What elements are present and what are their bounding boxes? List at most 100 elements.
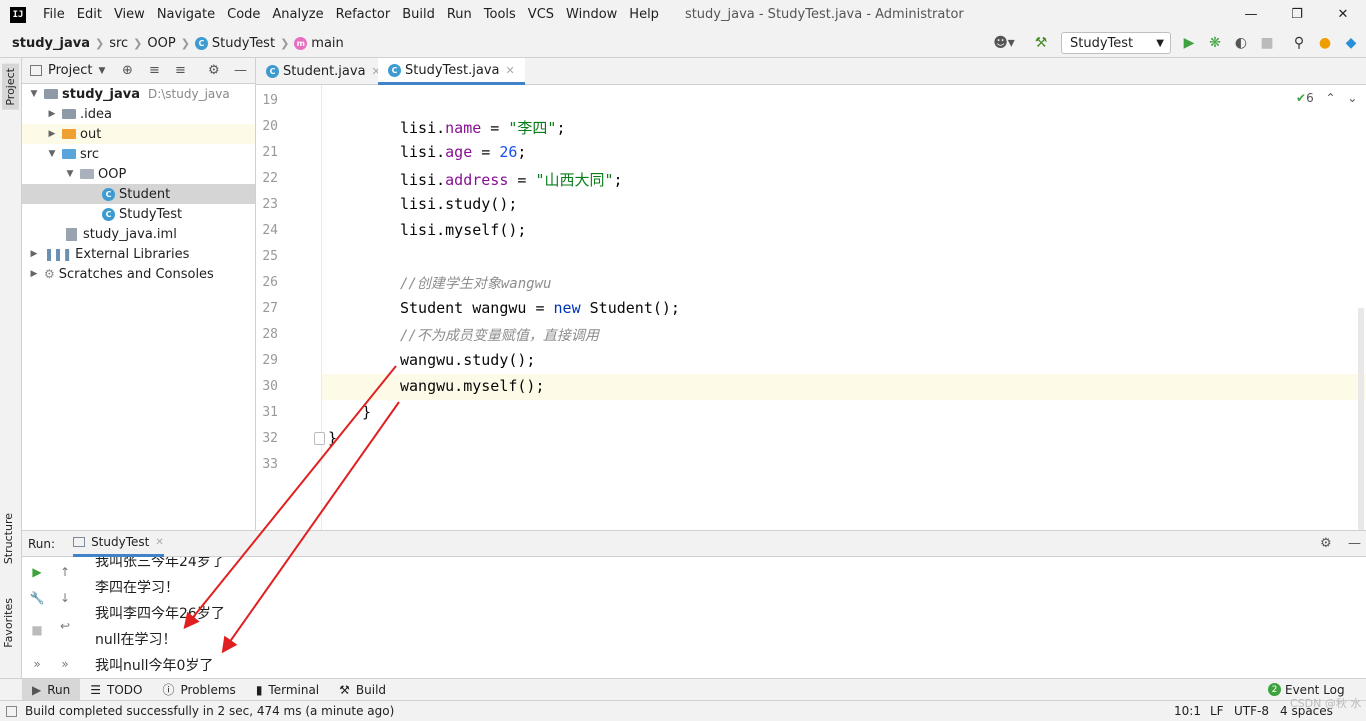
code-line-29[interactable]: wangwu.study();	[400, 351, 535, 369]
breadcrumb-method[interactable]: m main	[290, 36, 347, 51]
wrench-icon[interactable]: 🔧	[28, 589, 46, 607]
chevron-right-icon: ▶	[48, 129, 56, 139]
menu-refactor[interactable]: Refactor	[330, 0, 397, 29]
line-number: 21	[262, 145, 278, 160]
menu-navigate[interactable]: Navigate	[151, 0, 221, 29]
collapse-all-icon[interactable]: ≡	[175, 63, 186, 78]
tree-item-scratches[interactable]: ▶ ⚙ Scratches and Consoles	[22, 264, 255, 284]
code-line-21[interactable]: lisi.age = 26;	[400, 143, 526, 161]
caret-position[interactable]: 10:1	[1174, 704, 1201, 718]
tool-tab-problems[interactable]: ⓘ Problems	[152, 679, 245, 701]
code-line-20[interactable]: lisi.name = "李四";	[400, 117, 565, 138]
tree-item-oop[interactable]: ▼ OOP	[22, 164, 255, 184]
status-toggle-icon[interactable]	[6, 705, 17, 717]
menu-vcs[interactable]: VCS	[522, 0, 560, 29]
code-line-24[interactable]: lisi.myself();	[400, 221, 526, 239]
debug-icon[interactable]: ❋	[1204, 33, 1226, 53]
inspection-widget[interactable]: ✔6 ⌃ ⌄	[1296, 91, 1357, 105]
code-line-32[interactable]: }	[328, 429, 337, 447]
project-panel-title[interactable]: Project	[48, 63, 92, 78]
breadcrumb-package[interactable]: OOP	[143, 36, 179, 51]
tree-item-idea[interactable]: ▶ .idea	[22, 104, 255, 124]
menu-code[interactable]: Code	[221, 0, 266, 29]
restore-icon[interactable]: ❐	[1274, 0, 1320, 29]
minimize-icon[interactable]: —	[1228, 0, 1274, 29]
more-icon[interactable]: »	[56, 655, 74, 673]
stop-icon[interactable]: ■	[28, 621, 46, 639]
expand-all-icon[interactable]: ≡	[149, 63, 160, 78]
code-line-22[interactable]: lisi.address = "山西大同";	[400, 169, 623, 190]
arrow-up-icon[interactable]: ↑	[56, 563, 74, 581]
breadcrumb-class[interactable]: C StudyTest	[191, 36, 279, 51]
hide-icon[interactable]: —	[234, 63, 247, 78]
tree-item-out[interactable]: ▶ out	[22, 124, 255, 144]
menu-tools[interactable]: Tools	[478, 0, 522, 29]
tree-item-project-root[interactable]: ▼ study_java D:\study_java	[22, 84, 255, 104]
update-icon[interactable]: ●	[1314, 33, 1336, 53]
close-tab-icon[interactable]: ✕	[506, 64, 515, 77]
plugin-icon[interactable]: ◆	[1340, 33, 1362, 53]
code-line-26[interactable]: //创建学生对象wangwu	[400, 273, 551, 293]
arrow-down-icon[interactable]: ↓	[56, 589, 74, 607]
menu-edit[interactable]: Edit	[71, 0, 108, 29]
project-panel: Project ▼ ⊕ ≡ ≡ ⚙ — ▼ study_java D:\stud…	[22, 58, 256, 530]
menu-view[interactable]: View	[108, 0, 151, 29]
tree-item-src[interactable]: ▼ src	[22, 144, 255, 164]
tab-studytest-java[interactable]: C StudyTest.java ✕	[378, 58, 525, 85]
tree-item-student[interactable]: C Student	[22, 184, 255, 204]
code-line-23[interactable]: lisi.study();	[400, 195, 517, 213]
tab-project[interactable]: Project	[2, 64, 19, 110]
close-icon[interactable]: ✕	[1320, 0, 1366, 29]
breadcrumb-project[interactable]: study_java	[0, 36, 94, 51]
console-line: 我叫张三今年24岁了	[95, 557, 225, 570]
line-number: 26	[262, 275, 278, 290]
fold-marker-icon[interactable]	[314, 432, 325, 445]
run-config-select[interactable]: StudyTest ▼	[1061, 32, 1171, 54]
menu-file[interactable]: File	[37, 0, 71, 29]
console-output[interactable]: 我叫张三今年24岁了 李四在学习！ 我叫李四今年26岁了 null在学习！ 我叫…	[88, 557, 1358, 679]
breadcrumb-class-label: StudyTest	[211, 35, 276, 51]
menu-analyze[interactable]: Analyze	[266, 0, 329, 29]
menu-build[interactable]: Build	[396, 0, 441, 29]
stop-icon[interactable]: ■	[1256, 33, 1278, 53]
coverage-icon[interactable]: ◐	[1230, 33, 1252, 53]
tree-item-studytest[interactable]: C StudyTest	[22, 204, 255, 224]
locate-icon[interactable]: ⊕	[122, 63, 133, 78]
tree-item-external-libraries[interactable]: ▶ ❚❚❚ External Libraries	[22, 244, 255, 264]
soft-wrap-icon[interactable]: ↩	[56, 617, 74, 635]
close-tab-icon[interactable]: ✕	[155, 537, 163, 548]
tool-tab-run[interactable]: ▶ Run	[22, 678, 81, 701]
chevron-up-icon[interactable]: ⌃	[1326, 91, 1336, 105]
build-hammer-icon[interactable]: ⚒	[1030, 33, 1052, 53]
tab-structure[interactable]: Structure	[2, 513, 15, 564]
search-icon[interactable]: ⚲	[1288, 33, 1310, 53]
code-line-31[interactable]: }	[362, 403, 371, 421]
menu-run[interactable]: Run	[441, 0, 478, 29]
file-encoding[interactable]: UTF-8	[1234, 704, 1269, 718]
rerun-icon[interactable]: ▶	[28, 563, 46, 581]
gear-icon[interactable]: ⚙	[208, 63, 220, 78]
status-message[interactable]: Build completed successfully in 2 sec, 4…	[25, 704, 394, 718]
run-panel-header: Run: StudyTest ✕ ⚙ —	[22, 531, 1366, 557]
menu-help[interactable]: Help	[623, 0, 665, 29]
code-line-28[interactable]: //不为成员变量赋值，直接调用	[400, 325, 599, 345]
hide-icon[interactable]: —	[1348, 536, 1361, 551]
run-icon[interactable]: ▶	[1178, 33, 1200, 53]
line-separator[interactable]: LF	[1210, 704, 1224, 718]
breadcrumb-src[interactable]: src	[105, 36, 132, 51]
tool-tab-build[interactable]: ⚒ Build	[329, 679, 396, 701]
gear-icon[interactable]: ⚙	[1320, 536, 1332, 551]
run-tab-studytest[interactable]: StudyTest ✕	[73, 531, 164, 557]
menu-window[interactable]: Window	[560, 0, 623, 29]
code-line-27[interactable]: Student wangwu = new Student();	[400, 299, 680, 317]
code-line-30[interactable]: wangwu.myself();	[400, 377, 545, 395]
tool-tab-terminal[interactable]: ▮ Terminal	[246, 679, 329, 701]
dropdown-arrow-icon[interactable]: ▼	[98, 66, 105, 76]
tab-favorites[interactable]: Favorites	[2, 598, 15, 648]
tree-item-iml[interactable]: study_java.iml	[22, 224, 255, 244]
user-icon[interactable]: ☻▾	[990, 33, 1018, 53]
tab-student-java[interactable]: C Student.java ✕	[256, 58, 391, 85]
tool-tab-todo[interactable]: ☰ TODO	[80, 679, 152, 701]
chevron-down-icon[interactable]: ⌄	[1347, 91, 1357, 105]
more-icon[interactable]: »	[28, 655, 46, 673]
